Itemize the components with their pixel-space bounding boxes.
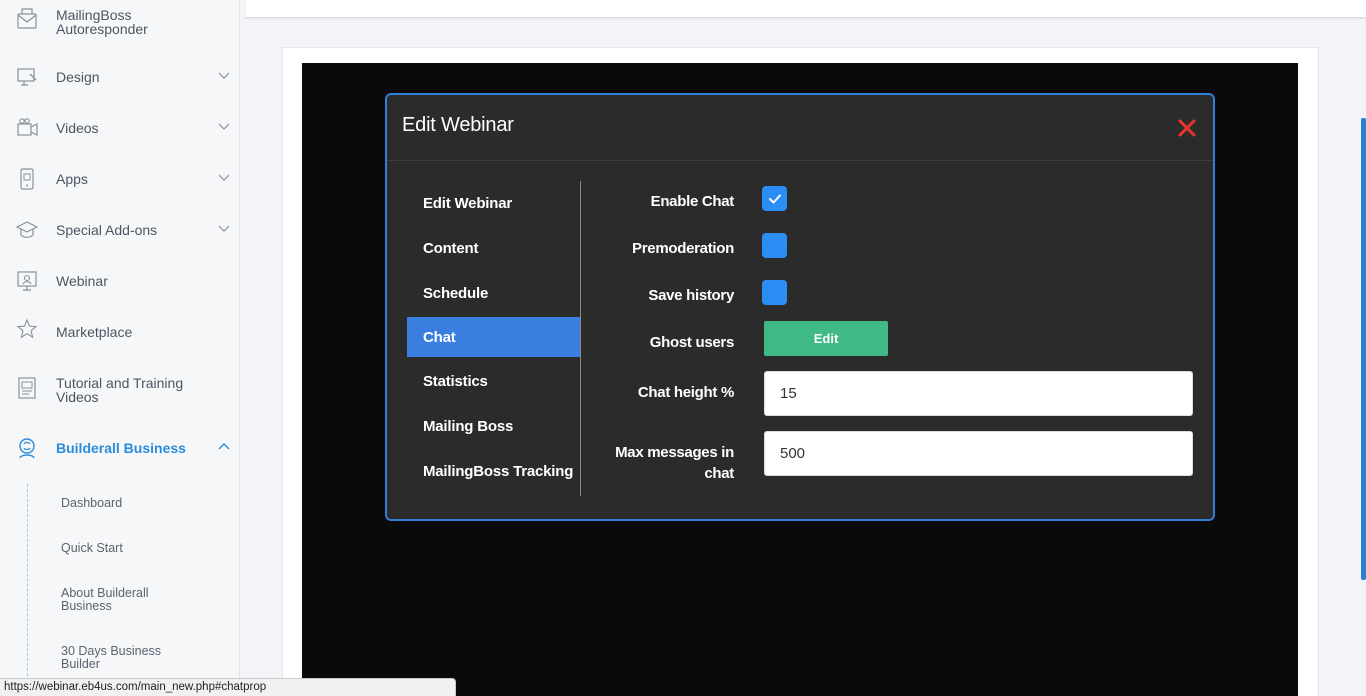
business-brain-icon (16, 437, 38, 459)
tab-chat[interactable]: Chat (407, 317, 580, 357)
max-messages-label: Max messages in chat (615, 444, 734, 482)
checkmark-icon (768, 194, 781, 203)
modal-divider (387, 160, 1213, 161)
premoderation-checkbox[interactable] (762, 233, 787, 258)
sidebar-item-label: Webinar (56, 273, 108, 289)
sidebar-item-webinar[interactable]: Webinar (0, 270, 239, 292)
sidebar-item-label: Videos (56, 120, 99, 136)
graduation-cap-icon (16, 219, 38, 241)
chat-height-label: Chat height % (637, 384, 734, 401)
tab-content[interactable]: Content (407, 228, 580, 268)
submenu-item-quick-start[interactable]: Quick Start (61, 542, 123, 555)
sidebar-item-label: Apps (56, 171, 88, 187)
ghost-users-edit-button[interactable]: Edit (764, 321, 888, 356)
tab-schedule[interactable]: Schedule (407, 273, 580, 313)
tab-edit-webinar[interactable]: Edit Webinar (407, 183, 580, 223)
tabs-separator (580, 181, 581, 496)
sidebar-item-label: Special Add-ons (56, 222, 158, 238)
top-header-bar (246, 0, 1366, 18)
tab-mailingboss-tracking[interactable]: MailingBoss Tracking (407, 451, 580, 491)
sidebar-item-builderall-business[interactable]: Builderall Business (0, 437, 239, 459)
submenu-item-dashboard[interactable]: Dashboard (61, 497, 122, 510)
video-camera-icon (16, 117, 38, 139)
sidebar-item-label: Tutorial and Training Videos (56, 375, 184, 405)
mail-envelope-icon (16, 8, 38, 30)
page-scrollbar[interactable] (1361, 118, 1366, 580)
sidebar-item-apps[interactable]: Apps (0, 168, 239, 190)
sidebar: MailingBoss Autoresponder Design Videos … (0, 0, 240, 696)
enable-chat-checkbox[interactable] (762, 186, 787, 211)
chevron-down-icon (218, 174, 230, 181)
max-messages-input[interactable] (764, 431, 1193, 476)
close-icon[interactable] (1176, 117, 1198, 139)
submenu-item-30-days-business-builder[interactable]: 30 Days Business Builder (61, 645, 181, 671)
enable-chat-label: Enable Chat (650, 193, 735, 210)
browser-status-url: https://webinar.eb4us.com/main_new.php#c… (0, 678, 456, 696)
presentation-board-icon (16, 270, 38, 292)
sidebar-item-special-add-ons[interactable]: Special Add-ons (0, 219, 239, 241)
premoderation-label: Premoderation (632, 240, 734, 257)
chat-height-input[interactable] (764, 371, 1193, 416)
sidebar-item-design[interactable]: Design (0, 66, 239, 88)
sidebar-item-label: Design (56, 69, 100, 85)
sidebar-item-mailingboss-autoresponder[interactable]: MailingBoss Autoresponder (0, 7, 239, 37)
sidebar-item-marketplace[interactable]: Marketplace (0, 318, 239, 343)
edit-webinar-modal: Edit Webinar Edit Webinar Content Schedu… (385, 93, 1215, 521)
chevron-down-icon (218, 123, 230, 130)
design-monitor-icon (16, 66, 38, 88)
modal-title: Edit Webinar (402, 114, 514, 136)
chevron-down-icon (218, 72, 230, 79)
submenu-guide-line (27, 484, 28, 696)
sidebar-item-videos[interactable]: Videos (0, 117, 239, 139)
sidebar-item-label: Builderall Business (56, 440, 186, 456)
save-history-label: Save history (648, 287, 734, 304)
chevron-up-icon (218, 443, 230, 450)
tab-statistics[interactable]: Statistics (407, 361, 580, 401)
mobile-app-icon (16, 168, 38, 190)
ghost-users-label: Ghost users (649, 334, 735, 351)
tab-mailing-boss[interactable]: Mailing Boss (407, 406, 580, 446)
chevron-down-icon (218, 225, 230, 232)
save-history-checkbox[interactable] (762, 280, 787, 305)
training-book-icon (16, 377, 38, 399)
sidebar-item-tutorial-training[interactable]: Tutorial and Training Videos (0, 375, 239, 405)
submenu-item-about-builderall-business[interactable]: About Builderall Business (61, 587, 181, 613)
sidebar-item-label: Marketplace (56, 324, 133, 340)
star-icon (16, 318, 38, 340)
sidebar-item-label: MailingBoss Autoresponder (56, 7, 148, 37)
